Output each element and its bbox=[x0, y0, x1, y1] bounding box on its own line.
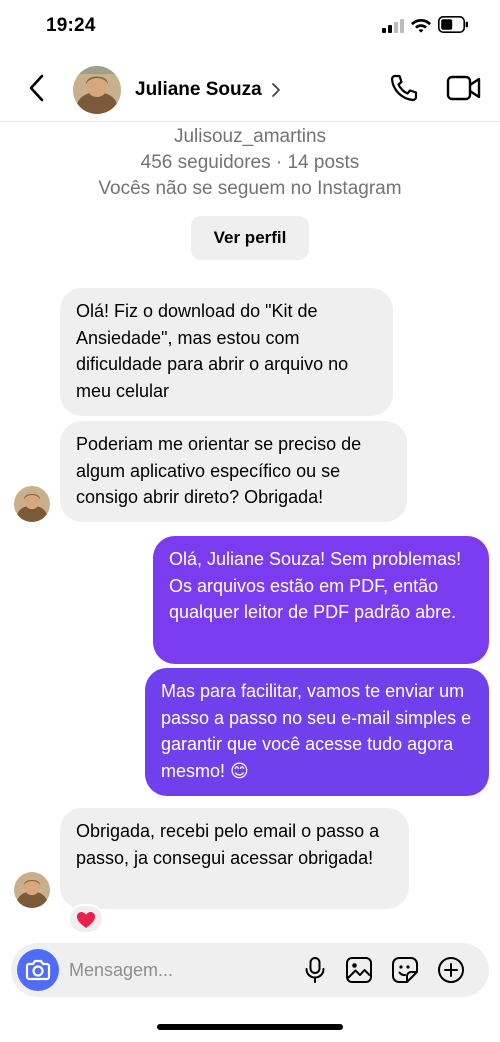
chevron-right-icon[interactable] bbox=[270, 82, 282, 98]
gallery-icon[interactable] bbox=[345, 956, 373, 984]
camera-button[interactable] bbox=[17, 949, 59, 991]
status-time: 19:24 bbox=[46, 15, 96, 36]
message-composer bbox=[11, 943, 489, 997]
video-camera-icon[interactable] bbox=[446, 73, 482, 103]
view-profile-button[interactable]: Ver perfil bbox=[191, 216, 309, 260]
heart-icon bbox=[77, 912, 95, 928]
contact-name[interactable]: Juliane Souza bbox=[135, 79, 262, 101]
avatar-photo bbox=[14, 872, 50, 908]
message-bubble-outgoing[interactable]: Olá, Juliane Souza! Sem problemas! Os ar… bbox=[153, 536, 489, 664]
message-text: Poderiam me orientar se preciso de algum… bbox=[76, 434, 362, 507]
sender-avatar[interactable] bbox=[14, 872, 50, 908]
message-bubble-outgoing[interactable]: Mas para facilitar, vamos te enviar um p… bbox=[145, 668, 489, 796]
wifi-icon bbox=[411, 19, 431, 33]
microphone-icon[interactable] bbox=[301, 956, 329, 984]
message-text: Obrigada, recebi pelo email o passo a pa… bbox=[76, 821, 380, 868]
message-bubble-incoming[interactable]: Olá! Fiz o download do "Kit de Ansiedade… bbox=[60, 288, 393, 416]
add-icon[interactable] bbox=[437, 956, 465, 984]
avatar-photo bbox=[73, 66, 121, 114]
heart-reaction[interactable] bbox=[68, 904, 104, 934]
message-text: Olá, Juliane Souza! Sem problemas! Os ar… bbox=[169, 549, 462, 622]
avatar-photo bbox=[14, 486, 50, 522]
sender-avatar[interactable] bbox=[14, 486, 50, 522]
message-bubble-incoming[interactable]: Obrigada, recebi pelo email o passo a pa… bbox=[60, 808, 409, 909]
battery-icon bbox=[438, 16, 468, 33]
phone-icon[interactable] bbox=[388, 72, 420, 104]
message-text: Mas para facilitar, vamos te enviar um p… bbox=[161, 681, 472, 781]
profile-username: Julisouz_amartins bbox=[173, 126, 327, 147]
contact-avatar[interactable] bbox=[73, 66, 121, 114]
profile-stats: 456 seguidores · 14 posts bbox=[140, 152, 360, 173]
home-indicator[interactable] bbox=[157, 1024, 343, 1030]
chat-header: Juliane Souza bbox=[0, 56, 500, 122]
status-bar: 19:24 bbox=[0, 0, 500, 56]
back-icon[interactable] bbox=[26, 73, 50, 103]
message-text: Olá! Fiz o download do "Kit de Ansiedade… bbox=[76, 301, 349, 401]
camera-icon bbox=[25, 959, 51, 981]
message-input[interactable] bbox=[69, 957, 289, 983]
message-bubble-incoming[interactable]: Poderiam me orientar se preciso de algum… bbox=[60, 421, 407, 522]
sticker-icon[interactable] bbox=[391, 956, 419, 984]
signal-icon bbox=[382, 19, 404, 33]
follow-status: Vocês não se seguem no Instagram bbox=[98, 178, 402, 199]
